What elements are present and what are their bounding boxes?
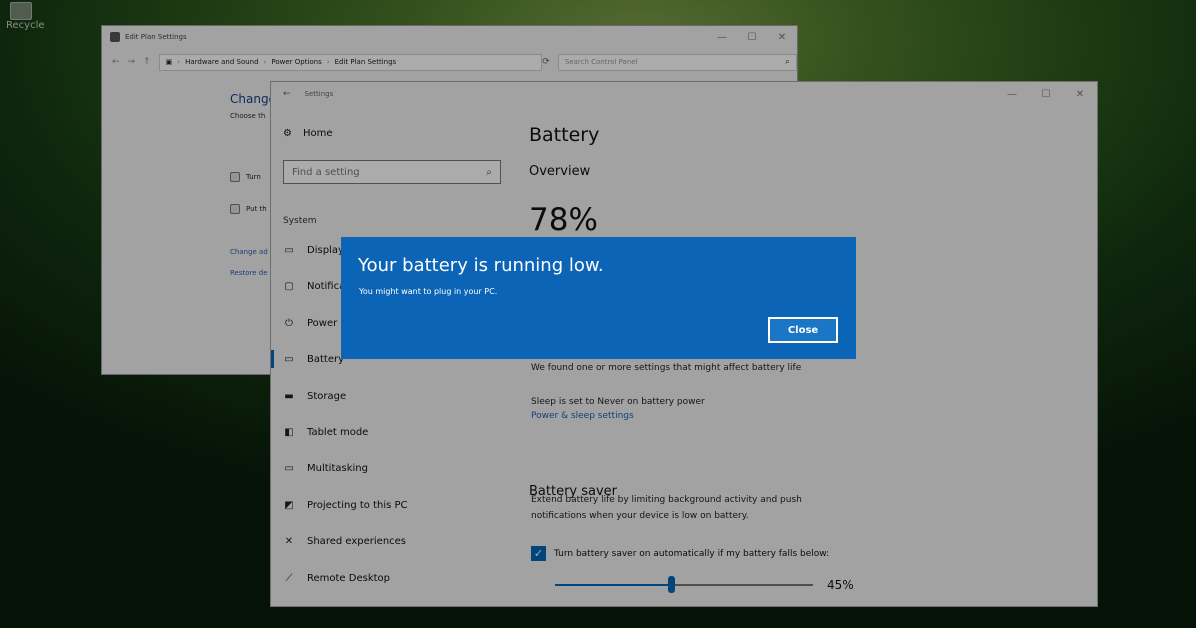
window-controls: — ☐ ✕ [707,32,797,43]
overview-heading: Overview [529,164,591,179]
refresh-icon[interactable]: ⟳ [542,57,550,67]
breadcrumb[interactable]: ▣ › Hardware and Sound › Power Options ›… [158,53,543,71]
desktop-icon-label: Recycle [6,20,45,31]
control-panel-search-input[interactable]: Search Control Panel ⌕ [557,53,797,71]
control-panel-window-title: Edit Plan Settings [125,33,187,41]
setting-row: Put th [230,204,267,214]
breadcrumb-item[interactable]: Power Options [271,58,321,66]
breadcrumb-item[interactable]: Edit Plan Settings [335,58,397,66]
battery-saver-auto-checkbox[interactable]: ✓ Turn battery saver on automatically if… [531,546,829,561]
close-window-button[interactable]: ✕ [767,32,797,43]
notification-title: Your battery is running low. [358,255,604,276]
maximize-button[interactable]: ☐ [1029,89,1063,100]
address-bar: ← → ↑ ▣ › Hardware and Sound › Power Opt… [102,51,797,73]
breadcrumb-item[interactable]: Hardware and Sound [185,58,258,66]
display-icon: ▭ [284,244,294,256]
checkmark-icon: ✓ [531,546,546,561]
sidebar-item-shared-experiences[interactable]: ✕ Shared experiences [283,531,508,551]
setting-row: Turn [230,172,261,182]
slider-thumb[interactable] [668,576,676,593]
slider-fill [555,584,672,586]
page-subheading: Choose th [230,112,266,120]
power-icon: ⏻ [285,317,293,329]
projecting-icon: ◩ [284,499,294,511]
battery-percentage: 78% [529,202,598,238]
close-window-button[interactable]: ✕ [1063,89,1097,100]
power-sleep-settings-link[interactable]: Power & sleep settings [531,411,634,421]
slider-value: 45% [827,578,854,592]
close-button[interactable]: Close [768,317,838,343]
control-panel-app-icon [110,32,120,42]
sidebar-item-home[interactable]: ⚙ Home [283,128,333,139]
display-off-icon [230,172,240,182]
sidebar-item-projecting[interactable]: ◩ Projecting to this PC [283,495,508,515]
notifications-icon: ▢ [284,280,294,292]
search-icon: ⌕ [486,166,492,178]
nav-arrows: ← → ↑ [112,57,151,67]
settings-window-title: Settings [304,90,334,98]
sidebar-item-tablet-mode[interactable]: ◧ Tablet mode [283,422,508,442]
maximize-button[interactable]: ☐ [737,32,767,43]
page-title: Battery [529,124,600,146]
sidebar-item-remote-desktop[interactable]: ⟋ Remote Desktop [283,568,508,588]
sidebar-item-multitasking[interactable]: ▭ Multitasking [283,458,508,478]
sleep-icon [230,204,240,214]
battery-icon: ▭ [284,353,294,365]
change-advanced-link[interactable]: Change ad [230,248,268,256]
sleep-info-text: Sleep is set to Never on battery power [531,397,705,407]
forward-arrow-icon[interactable]: → [128,57,136,67]
up-arrow-icon[interactable]: ↑ [143,57,151,67]
minimize-button[interactable]: — [995,89,1029,100]
multitasking-icon: ▭ [284,462,294,474]
recycle-bin-icon [10,2,32,20]
battery-threshold-slider[interactable] [555,576,813,593]
control-panel-icon: ▣ [165,58,173,66]
tablet-mode-icon: ◧ [284,426,294,438]
shared-experiences-icon: ✕ [284,535,294,547]
remote-desktop-icon: ⟋ [285,572,293,584]
restore-defaults-link[interactable]: Restore de [230,269,268,277]
battery-saver-description: Extend battery life by limiting backgrou… [531,495,802,521]
search-icon: ⌕ [784,57,790,67]
sidebar-item-storage[interactable]: ▬ Storage [283,386,508,406]
gear-icon: ⚙ [283,128,292,139]
control-panel-titlebar: Edit Plan Settings — ☐ ✕ [102,26,797,48]
window-controls: — ☐ ✕ [995,89,1097,100]
find-setting-input[interactable]: Find a setting ⌕ [283,160,501,184]
back-arrow-icon[interactable]: ← [283,89,291,99]
back-arrow-icon[interactable]: ← [112,57,120,67]
notification-message: You might want to plug in your PC. [359,287,498,296]
desktop-icon-recycle-bin[interactable]: Recycle [6,2,45,31]
found-settings-text: We found one or more settings that might… [531,363,802,373]
storage-icon: ▬ [284,390,294,402]
minimize-button[interactable]: — [707,32,737,43]
low-battery-notification: Your battery is running low. You might w… [341,237,856,359]
sidebar-section-label: System [283,216,317,226]
settings-titlebar: ← Settings — ☐ ✕ [271,82,1097,106]
